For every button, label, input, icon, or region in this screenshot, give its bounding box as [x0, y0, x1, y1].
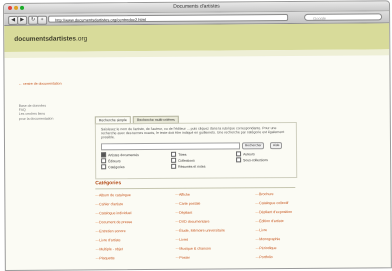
filter-collections[interactable]: Collections	[171, 157, 195, 163]
search-field[interactable]: Google	[304, 13, 383, 21]
filter-publishers[interactable]: Éditeurs	[101, 158, 121, 164]
address-bar[interactable]: http://www.documentsdartistes.org/centre…	[48, 14, 289, 23]
category-link[interactable]: Entretien sonore	[96, 229, 125, 233]
categories-heading: Catégories	[95, 180, 122, 187]
breadcrumb-link[interactable]: ← centre de documentation	[19, 82, 62, 86]
filter-label: Sous-collections	[243, 157, 268, 162]
category-link[interactable]: Brochure	[255, 192, 274, 196]
filter-label: Résumés et notes	[178, 164, 206, 169]
category-link[interactable]: Album de catalogue	[95, 193, 131, 197]
help-button[interactable]: Aide	[269, 142, 283, 150]
browser-window: Documents d'artistes ◀ ▶ ↻ + http://www.…	[3, 0, 392, 271]
search-description: Saisissez le nom de l'artiste, de l'aute…	[100, 126, 285, 140]
category-link[interactable]: Plaquette	[96, 256, 114, 260]
filter-label: Catégories	[108, 164, 125, 169]
add-bookmark-button[interactable]: +	[37, 15, 48, 25]
category-link[interactable]: Livret	[176, 238, 188, 242]
category-link[interactable]: Document de presse	[96, 220, 132, 224]
header-strip	[4, 49, 390, 58]
checkbox[interactable]	[236, 157, 242, 163]
search-input[interactable]	[100, 142, 241, 151]
category-link[interactable]: Monographie	[256, 237, 280, 241]
category-link[interactable]: Dépliant d'exposition	[255, 210, 292, 214]
filter-subcollections[interactable]: Sous-collections	[236, 157, 268, 163]
category-link[interactable]: Affiche	[175, 193, 190, 197]
filter-label: Artistes documentés	[108, 152, 139, 157]
category-link[interactable]: Portfolio	[256, 255, 272, 259]
category-link[interactable]: Catalogue collectif	[255, 201, 288, 205]
category-link[interactable]: Carte postale	[175, 202, 200, 206]
checkbox[interactable]	[171, 151, 177, 157]
site-logo[interactable]: documentsdartistes.org	[14, 35, 87, 43]
category-link[interactable]: Édition d'artiste	[256, 219, 283, 223]
sidebar-item[interactable]: pour la documentation	[19, 116, 79, 121]
category-link[interactable]: Catalogue individuel	[95, 211, 131, 215]
filter-artists[interactable]: Artistes documentés	[101, 152, 139, 158]
checkbox[interactable]	[236, 151, 242, 157]
forward-button[interactable]: ▶	[17, 15, 28, 25]
category-link[interactable]: Périodique	[256, 246, 276, 250]
search-placeholder: Google	[313, 15, 327, 21]
category-link[interactable]: Poster	[176, 256, 189, 260]
filter-authors[interactable]: Auteurs	[236, 151, 255, 157]
sidebar-links: Base de données FAQ Les centres liens po…	[19, 103, 79, 121]
filter-label: Collections	[178, 158, 195, 163]
checkbox[interactable]	[101, 164, 107, 170]
category-link[interactable]: Dépliant	[175, 211, 192, 215]
category-link[interactable]: Livre	[256, 228, 267, 232]
filter-label: Titres	[178, 152, 187, 157]
divider	[95, 186, 296, 190]
category-link[interactable]: DVD documentaire	[176, 220, 209, 224]
filter-titles[interactable]: Titres	[171, 151, 187, 157]
logo-name: documentsdartistes	[14, 35, 77, 43]
checkbox[interactable]	[171, 157, 177, 163]
search-button[interactable]: Rechercher	[241, 142, 265, 150]
category-link[interactable]: Cahier d'artiste	[95, 202, 123, 206]
url-text: http://www.documentsdartistes.org/centre…	[55, 17, 146, 23]
search-panel: Saisissez le nom de l'artiste, de l'aute…	[94, 121, 298, 180]
filter-label: Auteurs	[243, 151, 255, 156]
checkbox[interactable]	[101, 152, 107, 158]
category-link[interactable]: Multiple - objet	[96, 247, 122, 251]
category-link[interactable]: Étude, Mémoire universitaire	[176, 228, 225, 232]
checkbox[interactable]	[171, 163, 177, 169]
filter-label: Éditeurs	[108, 158, 121, 163]
filter-abstracts[interactable]: Résumés et notes	[171, 163, 206, 169]
filter-categories[interactable]: Catégories	[101, 164, 125, 170]
window-title: Documents d'artistes	[173, 3, 220, 10]
category-link[interactable]: Musique & chanson	[176, 247, 211, 251]
logo-suffix: .org	[76, 35, 88, 43]
site-header: documentsdartistes.org	[4, 23, 390, 52]
category-link[interactable]: Livre d'artiste	[96, 238, 120, 242]
checkbox[interactable]	[101, 158, 107, 164]
